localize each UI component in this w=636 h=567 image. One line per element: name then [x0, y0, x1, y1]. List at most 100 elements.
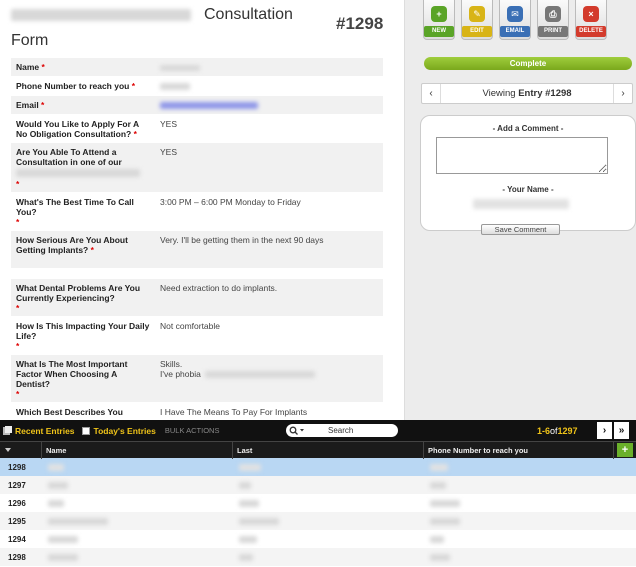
sort-column-header[interactable]: [0, 441, 42, 459]
blurred-cell: [430, 535, 444, 543]
form-field-row: Email *: [11, 96, 383, 115]
search-icon: [289, 426, 304, 435]
field-label-text: What's The Best Time To Call You?: [16, 197, 134, 217]
required-marker: *: [38, 100, 45, 110]
search-input[interactable]: Search: [286, 424, 398, 437]
table-cell: [233, 458, 424, 476]
next-entry-button[interactable]: ›: [614, 84, 632, 103]
required-marker: *: [131, 129, 137, 139]
complete-button[interactable]: Complete: [424, 57, 632, 70]
field-value: 3:00 PM – 6:00 PM Monday to Friday: [155, 193, 383, 230]
page-range: 1-6: [537, 425, 551, 436]
field-label-text: Phone Number to reach you: [16, 81, 130, 91]
column-header-last[interactable]: Last: [233, 441, 424, 459]
blurred-cell: [430, 481, 446, 489]
entry-id: #1298: [336, 14, 384, 33]
table-cell: [42, 530, 233, 548]
field-value: I Have The Means To Pay For Implants: [155, 403, 383, 420]
add-column-button[interactable]: +: [617, 443, 633, 457]
action-label: PRINT: [538, 26, 568, 37]
tab-recent-entries[interactable]: Recent Entries: [3, 426, 75, 436]
table-row[interactable]: 1295: [0, 512, 636, 530]
field-label-text: What Dental Problems Are You Currently E…: [16, 283, 141, 303]
blurred-cell: [430, 499, 460, 507]
field-label: Phone Number to reach you *: [11, 77, 155, 95]
form-field-row: Would You Like to Apply For A No Obligat…: [11, 115, 383, 143]
field-label: Name *: [11, 58, 155, 76]
table-cell: [424, 476, 614, 494]
field-label: What Is The Most Important Factor When C…: [11, 355, 155, 402]
table-row[interactable]: 1294: [0, 530, 636, 548]
form-field-row: Name *: [11, 58, 383, 77]
prev-entry-button[interactable]: ‹: [422, 84, 440, 103]
field-value-text: Skills.: [160, 359, 183, 369]
blurred-cell: [48, 517, 108, 525]
row-id: 1298: [8, 552, 26, 562]
action-label: EMAIL: [500, 26, 530, 37]
name-input[interactable]: [473, 199, 569, 209]
field-value: [155, 96, 383, 114]
checkbox-icon: [81, 426, 90, 435]
table-cell: [424, 458, 614, 476]
delete-button[interactable]: × DELETE: [575, 0, 607, 40]
field-value: [155, 77, 383, 95]
field-value-text: 3:00 PM – 6:00 PM Monday to Friday: [160, 197, 301, 207]
bulk-actions[interactable]: BULK ACTIONS: [165, 426, 220, 435]
last-page-button[interactable]: »: [614, 422, 629, 439]
table-cell: [42, 458, 233, 476]
comment-textarea[interactable]: [436, 137, 608, 174]
table-cell: [424, 530, 614, 548]
field-list: Name * Phone Number to reach you * Email *…: [11, 58, 383, 420]
field-label: [11, 269, 155, 278]
form-title: Consultation Form: [11, 2, 311, 54]
field-value-text: Not comfortable: [160, 321, 220, 331]
table-cell: [233, 548, 424, 566]
print-button[interactable]: ⎙ PRINT: [537, 0, 569, 40]
sort-arrow-icon: [5, 447, 11, 452]
field-value-text: Very. I'll be getting them in the next 9…: [160, 235, 324, 245]
new-button[interactable]: + NEW: [423, 0, 455, 40]
table-cell: [424, 548, 614, 566]
required-marker: *: [129, 81, 136, 91]
field-label: Email *: [11, 96, 155, 114]
column-header-name[interactable]: Name: [42, 441, 233, 459]
column-header-phone[interactable]: Phone Number to reach you: [424, 441, 614, 459]
required-marker: *: [88, 245, 94, 255]
comment-box: - Add a Comment - - Your Name -: [420, 115, 636, 231]
required-marker: *: [16, 341, 20, 351]
row-id: 1296: [8, 498, 26, 508]
table-row[interactable]: 1298: [0, 548, 636, 566]
field-value-text: YES: [160, 147, 178, 157]
field-label: How Is This Impacting Your Daily Life? *: [11, 317, 155, 354]
field-value: Very. I'll be getting them in the next 9…: [155, 231, 383, 268]
page-total: 1297: [557, 425, 578, 436]
form-field-row: [11, 269, 383, 279]
page-of: of: [550, 425, 558, 436]
table-cell: [424, 494, 614, 512]
field-label-text: How Serious Are You About Getting Implan…: [16, 235, 128, 255]
row-id: 1297: [8, 480, 26, 490]
print-icon: ⎙: [545, 6, 561, 22]
table-row[interactable]: 1297: [0, 476, 636, 494]
blurred-cell: [430, 553, 450, 561]
table-row[interactable]: 1298: [0, 458, 636, 476]
blurred-cell: [48, 553, 78, 561]
field-label-text: Name: [16, 62, 40, 72]
viewing-label: Viewing Entry #1298: [440, 84, 614, 103]
required-marker: *: [39, 62, 45, 72]
edit-button[interactable]: ✎ EDIT: [461, 0, 493, 40]
table-cell: [233, 476, 424, 494]
blurred-value: [160, 64, 200, 71]
save-comment-button[interactable]: Save Comment: [481, 224, 560, 235]
add-column-cell: +: [614, 443, 636, 457]
email-button[interactable]: ✉ EMAIL: [499, 0, 531, 40]
form-field-row: How Is This Impacting Your Daily Life? * N…: [11, 317, 383, 355]
field-value: YES: [155, 143, 383, 192]
form-field-row: Are You Able To Attend a Consultation in…: [11, 143, 383, 193]
tab-todays-entries[interactable]: Today's Entries: [81, 426, 156, 436]
form-field-row: How Serious Are You About Getting Implan…: [11, 231, 383, 269]
action-label: NEW: [424, 26, 454, 37]
entry-navigator: ‹ Viewing Entry #1298 ›: [421, 83, 633, 104]
next-page-button[interactable]: ›: [597, 422, 612, 439]
table-row[interactable]: 1296: [0, 494, 636, 512]
